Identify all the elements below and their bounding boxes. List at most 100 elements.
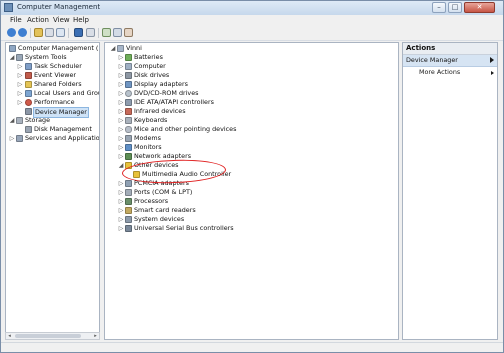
back-icon[interactable]	[7, 28, 16, 37]
device-category[interactable]: ▷ Mice and other pointing devices	[106, 125, 396, 134]
smart-card-icon	[125, 207, 132, 214]
device-category[interactable]: ▷ Keyboards	[106, 116, 396, 125]
expand-icon[interactable]: ▷	[118, 54, 124, 61]
tree-item-event-viewer[interactable]: ▷ Event Viewer	[7, 71, 99, 80]
tree-item-storage[interactable]: ◢ Storage	[7, 116, 99, 125]
expand-icon[interactable]: ▷	[118, 108, 124, 115]
device-category[interactable]: ▷ DVD/CD-ROM drives	[106, 89, 396, 98]
expand-icon[interactable]: ▷	[118, 144, 124, 151]
tree-item-root[interactable]: Computer Management (Local	[7, 44, 99, 53]
usb-icon	[125, 225, 132, 232]
actions-title: Actions	[406, 44, 436, 52]
properties-icon[interactable]	[56, 28, 65, 37]
expand-icon[interactable]: ▷	[118, 81, 124, 88]
tree-item-device-manager[interactable]: Device Manager	[7, 107, 99, 118]
device-category[interactable]: ▷ Display adapters	[106, 80, 396, 89]
menu-bar: File Action View Help	[1, 15, 503, 26]
expand-icon[interactable]: ▷	[118, 135, 124, 142]
more-actions-link[interactable]: More Actions	[419, 68, 460, 76]
menu-help[interactable]: Help	[73, 16, 89, 24]
device-category[interactable]: ▷ Processors	[106, 197, 396, 206]
device-category[interactable]: ▷ Ports (COM & LPT)	[106, 188, 396, 197]
collapse-icon[interactable]: ◢	[118, 162, 124, 169]
expand-icon[interactable]: ▷	[17, 99, 23, 106]
mouse-icon	[125, 126, 132, 133]
expand-icon[interactable]: ▷	[118, 189, 124, 196]
collapse-arrow-icon[interactable]	[490, 57, 494, 63]
expand-icon[interactable]: ▷	[118, 117, 124, 124]
device-category[interactable]: ▷ System devices	[106, 215, 396, 224]
menu-action[interactable]: Action	[27, 16, 49, 24]
status-bar	[1, 342, 503, 352]
help-icon[interactable]	[74, 28, 83, 37]
uninstall-icon[interactable]	[124, 28, 133, 37]
title-bar[interactable]: Computer Management – □ ✕	[1, 1, 503, 15]
computer-management-icon	[9, 45, 16, 52]
close-button[interactable]: ✕	[464, 2, 495, 13]
expand-icon[interactable]: ▷	[118, 99, 124, 106]
expand-icon[interactable]: ▷	[118, 72, 124, 79]
up-folder-icon[interactable]	[34, 28, 43, 37]
horizontal-scrollbar[interactable]: ◂ ▸	[5, 332, 100, 340]
performance-icon	[25, 99, 32, 106]
device-manager-icon	[25, 108, 32, 115]
expand-icon[interactable]: ▷	[9, 135, 15, 142]
update-driver-icon[interactable]	[113, 28, 122, 37]
device-category[interactable]: ▷ Infrared devices	[106, 107, 396, 116]
computer-icon	[125, 63, 132, 70]
forward-icon[interactable]	[18, 28, 27, 37]
tree-item-services[interactable]: ▷ Services and Applications	[7, 134, 99, 143]
expand-icon[interactable]: ▷	[17, 90, 23, 97]
tree-item-local-users[interactable]: ▷ Local Users and Groups	[7, 89, 99, 98]
disk-drive-icon	[125, 72, 132, 79]
minimize-button[interactable]: –	[432, 2, 446, 13]
expand-icon[interactable]: ▷	[118, 225, 124, 232]
device-category[interactable]: ▷ Network adapters	[106, 152, 396, 161]
scroll-right-icon[interactable]: ▸	[92, 333, 99, 339]
device-category[interactable]: ▷ Batteries	[106, 53, 396, 62]
menu-file[interactable]: File	[10, 16, 22, 24]
device-category[interactable]: ▷ Computer	[106, 62, 396, 71]
tree-item-task-scheduler[interactable]: ▷ Task Scheduler	[7, 62, 99, 71]
expand-icon[interactable]: ▷	[17, 81, 23, 88]
scan-hardware-icon[interactable]	[102, 28, 111, 37]
expand-icon[interactable]: ▷	[17, 72, 23, 79]
expand-icon[interactable]: ▷	[118, 216, 124, 223]
expand-icon[interactable]: ▷	[118, 90, 124, 97]
device-category[interactable]: ▷ Universal Serial Bus controllers	[106, 224, 396, 233]
menu-view[interactable]: View	[53, 16, 70, 24]
device-tree-pane: ◢ Vinni ▷ Batteries ▷ Computer ▷ Disk dr…	[104, 42, 399, 340]
scroll-thumb[interactable]	[15, 334, 81, 338]
collapse-icon[interactable]: ◢	[9, 117, 15, 124]
expand-icon[interactable]: ▷	[118, 63, 124, 70]
device-category[interactable]: ▷ Disk drives	[106, 71, 396, 80]
collapse-icon[interactable]: ◢	[9, 54, 15, 61]
collapse-icon[interactable]: ◢	[110, 45, 116, 52]
maximize-button[interactable]: □	[448, 2, 462, 13]
expand-icon[interactable]: ▷	[118, 180, 124, 187]
expand-icon[interactable]: ▷	[118, 153, 124, 160]
expand-icon[interactable]: ▷	[118, 207, 124, 214]
expand-icon[interactable]: ▷	[118, 126, 124, 133]
tree-item-performance[interactable]: ▷ Performance	[7, 98, 99, 107]
expand-icon[interactable]: ▷	[118, 198, 124, 205]
show-hide-tree-icon[interactable]	[45, 28, 54, 37]
tree-item-disk-management[interactable]: Disk Management	[7, 125, 99, 134]
device-root[interactable]: ◢ Vinni	[106, 44, 396, 53]
device-category[interactable]: ▷ Modems	[106, 134, 396, 143]
actions-header: Actions	[403, 43, 497, 55]
event-viewer-icon	[25, 72, 32, 79]
device-category[interactable]: ▷ Smart card readers	[106, 206, 396, 215]
actions-section-device-manager[interactable]: Device Manager	[403, 55, 497, 67]
scroll-left-icon[interactable]: ◂	[6, 333, 13, 339]
device-category[interactable]: ▷ Monitors	[106, 143, 396, 152]
tree-item-shared-folders[interactable]: ▷ Shared Folders	[7, 80, 99, 89]
expand-icon[interactable]: ▷	[17, 63, 23, 70]
navigation-pane: Computer Management (Local ◢ System Tool…	[5, 42, 100, 340]
submenu-arrow-icon[interactable]	[491, 71, 494, 75]
processor-icon	[125, 198, 132, 205]
action-pane-icon[interactable]	[86, 28, 95, 37]
device-category[interactable]: ▷ IDE ATA/ATAPI controllers	[106, 98, 396, 107]
tree-item-system-tools[interactable]: ◢ System Tools	[7, 53, 99, 62]
ide-controller-icon	[125, 99, 132, 106]
